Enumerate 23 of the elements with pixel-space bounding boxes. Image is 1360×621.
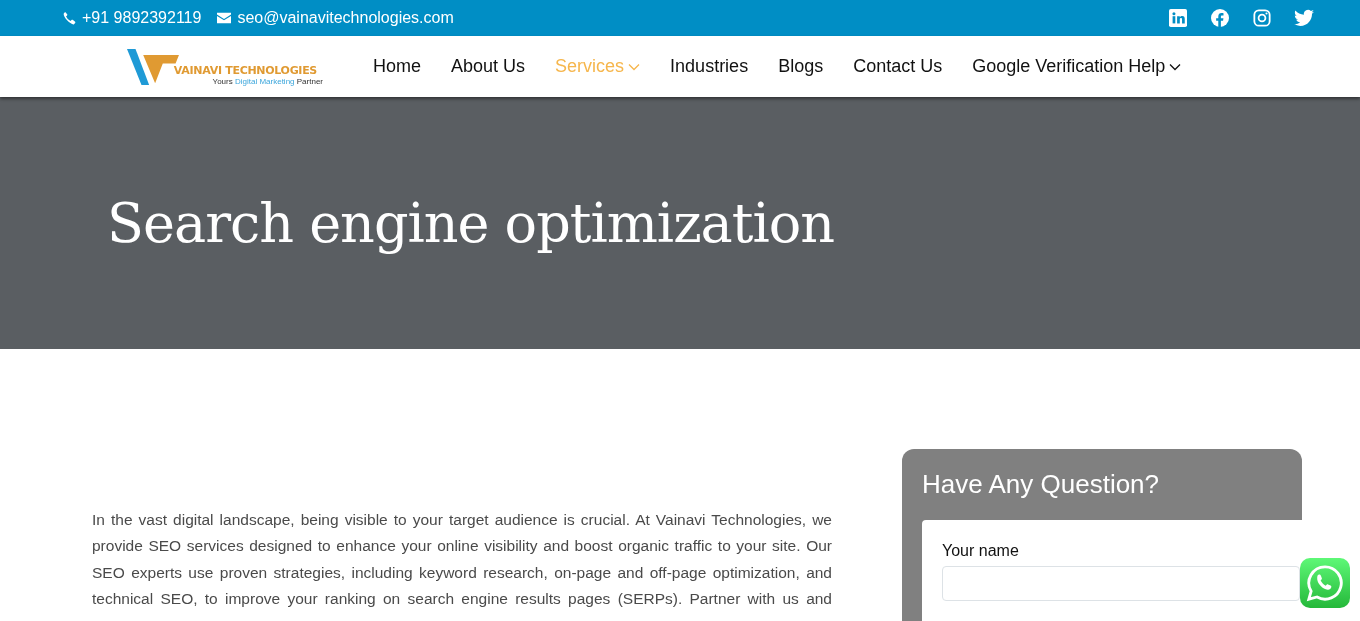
envelope-icon	[217, 12, 232, 24]
linkedin-icon[interactable]	[1168, 9, 1188, 27]
nav-link[interactable]: Contact Us	[853, 56, 943, 77]
nav-link[interactable]: Home	[373, 56, 421, 77]
phone-number[interactable]: +91 9892392119	[82, 9, 202, 27]
twitter-icon[interactable]	[1294, 9, 1314, 27]
instagram-icon[interactable]	[1252, 9, 1272, 27]
logo-wordmark: VAINAVI TECHNOLOGIES	[173, 63, 317, 77]
facebook-icon[interactable]	[1210, 9, 1230, 27]
nav-link[interactable]: Blogs	[778, 56, 824, 77]
nav-link[interactable]: Industries	[670, 56, 749, 77]
email-address[interactable]: seo@vainavitechnologies.com	[237, 9, 454, 27]
page-title: Search engine optimization	[107, 191, 835, 255]
logo-tagline: Yours Digital Marketing Partner	[212, 76, 323, 86]
whatsapp-button[interactable]	[1300, 558, 1350, 608]
nav-link[interactable]: Google Verification Help	[972, 56, 1182, 77]
field-label: Your name	[942, 542, 1020, 560]
intro-paragraph: In the vast digital landscape, being visible to your target audience is crucial. At Vainavi Technologies, we provide SEO services designed to enhance your online visibility and boost organic traffic to your site. Our SEO experts use proven strategies, including keyword research, on-page and off-page optimization, and technical SEO, to improve your ranking on search engine results pages (SERPs). Partner with us and	[92, 510, 832, 609]
chat-phone-icon	[1306, 564, 1344, 602]
form-title: Have Any Question?	[921, 468, 1161, 500]
phone-icon	[62, 11, 76, 25]
input-field[interactable]	[942, 566, 1300, 601]
nav-link[interactable]: About Us	[451, 56, 526, 77]
